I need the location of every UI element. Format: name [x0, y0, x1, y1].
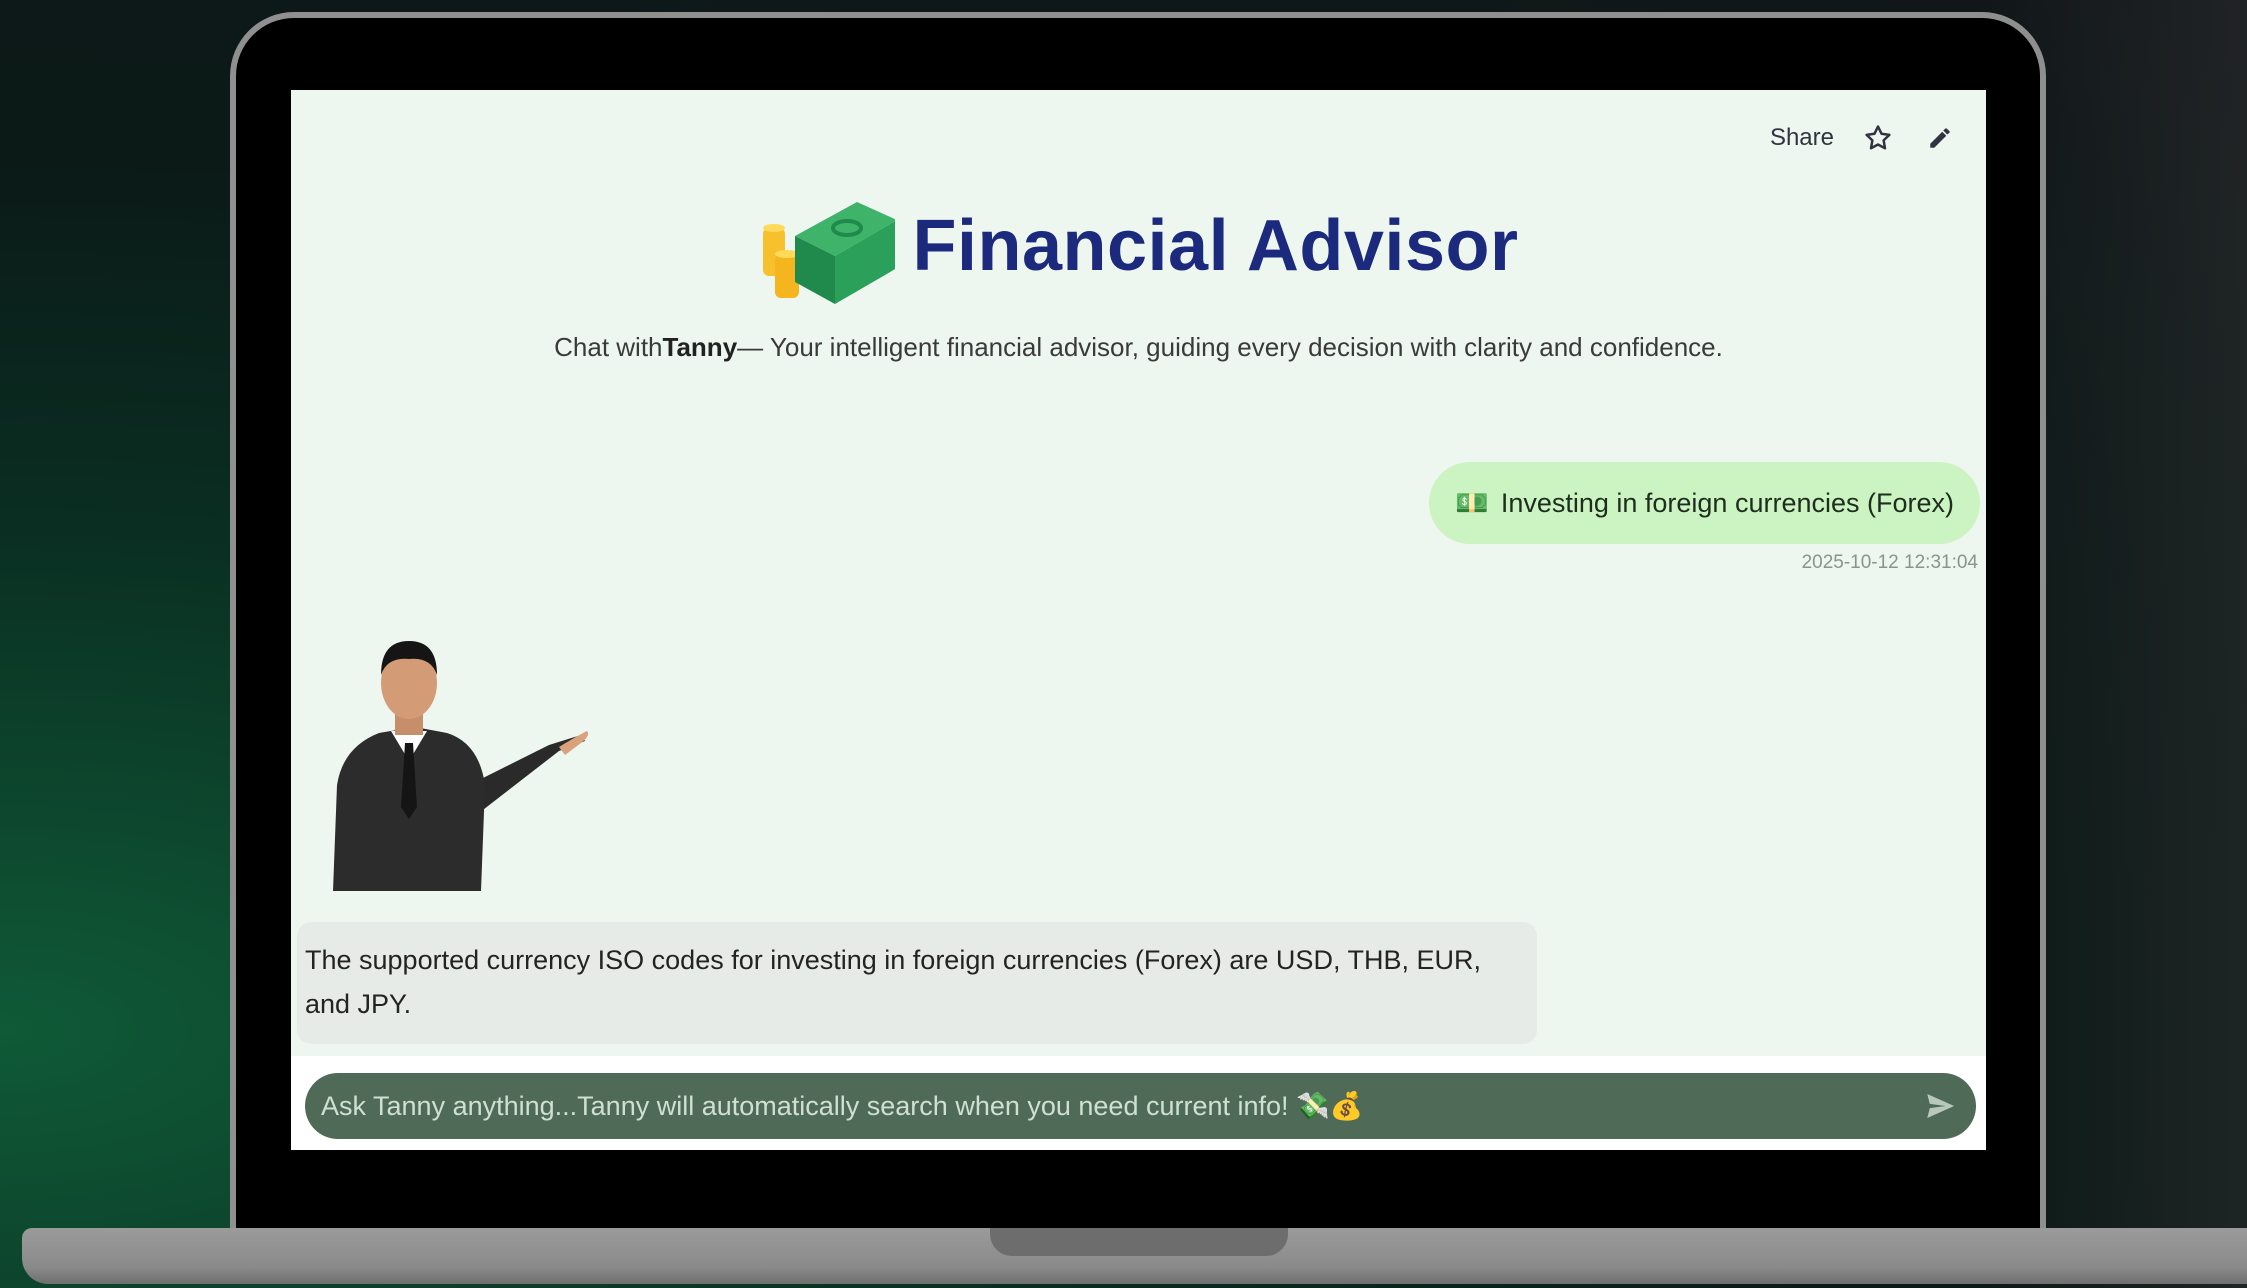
user-message: 💵 Investing in foreign currencies (Forex… [1429, 462, 1980, 544]
chat-input-area: Ask Tanny anything...Tanny will automati… [291, 1056, 1986, 1150]
user-message-text: Investing in foreign currencies (Forex) [1500, 487, 1954, 518]
app-title: Financial Advisor [912, 205, 1519, 286]
top-toolbar: Share [1770, 120, 1958, 156]
subtitle-prefix: Chat with [554, 332, 663, 362]
send-arrow-icon[interactable] [1920, 1086, 1960, 1126]
message-timestamp: 2025-10-12 12:31:04 [1801, 552, 1978, 573]
chat-input-placeholder[interactable]: Ask Tanny anything...Tanny will automati… [321, 1090, 1920, 1122]
businessman-avatar [319, 635, 589, 891]
app-header: Financial Advisor [291, 180, 1986, 311]
assistant-message: The supported currency ISO codes for inv… [297, 922, 1537, 1044]
star-icon[interactable] [1860, 120, 1896, 156]
subtitle-suffix: — Your intelligent financial advisor, gu… [737, 332, 1723, 362]
app-screen: Share Financial Advisor Chat withTanny— … [291, 90, 1986, 1150]
share-button[interactable]: Share [1770, 124, 1834, 152]
chat-input[interactable]: Ask Tanny anything...Tanny will automati… [305, 1073, 1976, 1139]
money-stack-icon [759, 180, 897, 311]
app-subtitle: Chat withTanny— Your intelligent financi… [291, 332, 1986, 363]
assistant-name: Tanny [662, 332, 738, 362]
laptop-notch [990, 1228, 1288, 1256]
pencil-icon[interactable] [1922, 120, 1958, 156]
money-emoji-icon: 💵 [1455, 488, 1489, 518]
